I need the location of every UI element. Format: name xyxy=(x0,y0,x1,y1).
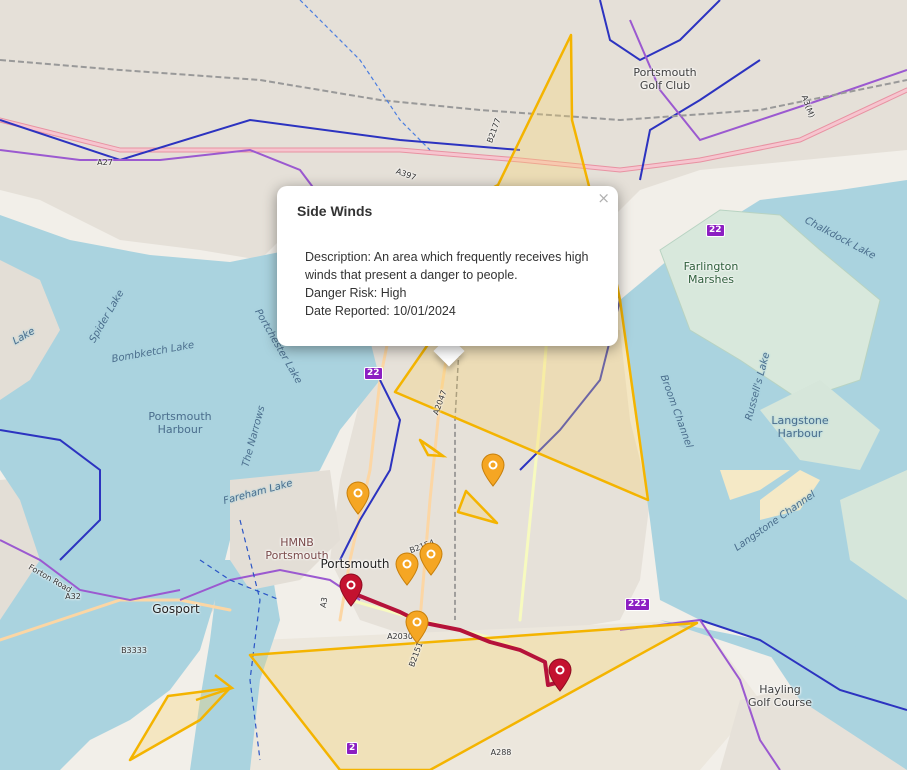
map-pin-icon[interactable] xyxy=(481,453,505,487)
map-pin-icon[interactable] xyxy=(339,573,363,607)
route-shield: 22 xyxy=(706,224,725,237)
popup-description: Description: An area which frequently re… xyxy=(305,250,589,282)
popup-danger-risk: Danger Risk: High xyxy=(305,286,407,300)
map-pin-icon[interactable] xyxy=(419,542,443,576)
map-pin-icon[interactable] xyxy=(405,610,429,644)
hazard-popup: × Side Winds Description: An area which … xyxy=(277,186,618,346)
popup-title: Side Winds xyxy=(297,203,373,219)
close-icon[interactable]: × xyxy=(597,189,610,207)
popup-body: Description: An area which frequently re… xyxy=(305,248,595,320)
map-pin-icon[interactable] xyxy=(395,552,419,586)
route-shield: 22 xyxy=(364,367,383,380)
route-shield: 222 xyxy=(625,598,650,611)
popup-date-reported: Date Reported: 10/01/2024 xyxy=(305,304,456,318)
map-pin-icon[interactable] xyxy=(548,658,572,692)
map-base-layer xyxy=(0,0,907,770)
route-shield: 2 xyxy=(346,742,359,755)
map-pin-icon[interactable] xyxy=(346,481,370,515)
map-canvas[interactable]: Portsmouth Golf Club Farlington Marshes … xyxy=(0,0,907,770)
